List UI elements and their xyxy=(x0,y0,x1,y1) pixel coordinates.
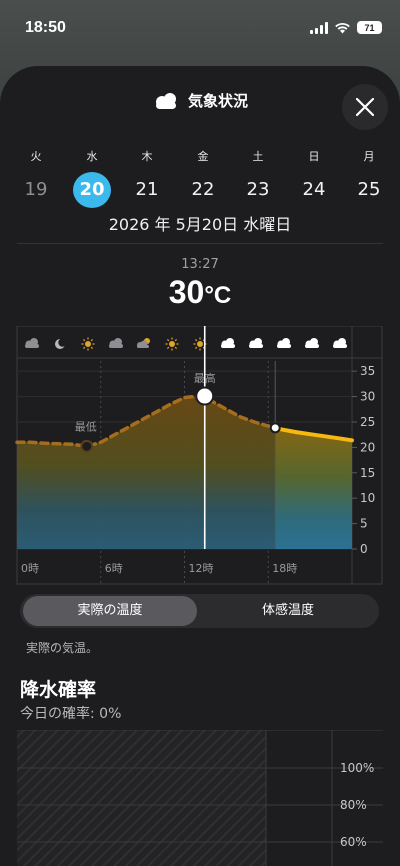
past-hours-area xyxy=(17,730,266,866)
y-tick-label: 80% xyxy=(340,798,367,812)
tab-feels-like-temperature[interactable]: 体感温度 xyxy=(200,596,376,626)
x-tick-label: 0時 xyxy=(21,562,39,575)
temperature-chart-svg: 0 5 10 15 20 25 30 35 0時 6時 12時 18時 最低 最高 xyxy=(15,325,383,585)
cloud-icon xyxy=(221,338,235,348)
day-number: 24 xyxy=(302,179,326,200)
day-number: 19 xyxy=(24,179,48,200)
battery-indicator: 71 xyxy=(357,21,382,34)
y-tick-label: 15 xyxy=(360,466,375,480)
day-weekday: 火 xyxy=(30,150,42,163)
min-temperature-label: 最低 xyxy=(75,420,97,433)
day-number: 21 xyxy=(135,179,159,200)
temperature-mode-toggle: 実際の温度 体感温度 xyxy=(20,594,379,628)
y-tick-label: 10 xyxy=(360,491,375,505)
current-temperature-point xyxy=(269,422,281,434)
day-22[interactable]: 金 22 xyxy=(183,148,223,208)
forecast-temperature-area xyxy=(275,427,352,549)
temperature-value: 30 xyxy=(168,274,205,310)
weather-sheet: 気象状況 火 19 水 20 木 21 金 22 土 23 日 24 月 25 2026 年 5月20日 … xyxy=(0,66,400,866)
y-tick-label: 30 xyxy=(360,390,375,404)
day-23[interactable]: 土 23 xyxy=(238,148,278,208)
day-number: 20 xyxy=(73,172,111,208)
temperature-unit: °C xyxy=(204,282,232,309)
day-19[interactable]: 火 19 xyxy=(16,148,56,208)
sun-cloud-icon xyxy=(137,338,150,348)
cloud-icon xyxy=(277,338,291,348)
day-21[interactable]: 木 21 xyxy=(127,148,167,208)
moon-icon xyxy=(55,338,67,349)
signal-icon xyxy=(310,21,328,34)
wifi-icon xyxy=(335,22,350,33)
sheet-title: 気象状況 xyxy=(187,92,248,110)
y-tick-label: 35 xyxy=(360,364,375,378)
y-tick-label: 5 xyxy=(360,517,368,531)
day-number: 22 xyxy=(191,179,215,200)
current-temperature: 30°C xyxy=(0,274,400,311)
chart-description: 実際の気温。 xyxy=(26,641,99,655)
day-24[interactable]: 日 24 xyxy=(294,148,334,208)
y-tick-label: 60% xyxy=(340,835,367,849)
cloud-icon xyxy=(25,338,39,348)
temperature-chart[interactable]: 0 5 10 15 20 25 30 35 0時 6時 12時 18時 最低 最高 xyxy=(0,325,400,586)
day-weekday: 金 xyxy=(197,150,209,163)
sun-icon xyxy=(165,337,179,351)
current-time: 13:27 xyxy=(181,257,219,272)
precipitation-title: 降水確率 xyxy=(20,679,97,701)
close-icon xyxy=(355,97,375,117)
day-weekday: 土 xyxy=(252,150,264,163)
status-bar: 18:50 71 xyxy=(0,0,400,58)
status-time: 18:50 xyxy=(25,19,66,36)
precipitation-chart[interactable]: 100% 80% 60% xyxy=(0,729,400,866)
max-temperature-point[interactable] xyxy=(195,386,215,406)
day-weekday: 月 xyxy=(363,150,375,163)
precipitation-chart-svg: 100% 80% 60% xyxy=(17,729,383,866)
y-tick-label: 20 xyxy=(360,440,375,454)
day-selector: 火 19 水 20 木 21 金 22 土 23 日 24 月 25 xyxy=(0,148,400,208)
cloud-icon xyxy=(249,338,263,348)
close-button[interactable] xyxy=(342,84,388,130)
day-weekday: 水 xyxy=(86,150,98,163)
day-weekday: 木 xyxy=(141,150,153,163)
tab-actual-temperature[interactable]: 実際の温度 xyxy=(23,596,197,626)
min-temperature-point xyxy=(80,439,94,453)
y-tick-label: 0 xyxy=(360,542,368,556)
max-temperature-label: 最高 xyxy=(194,371,216,385)
selected-date: 2026 年 5月20日 水曜日 xyxy=(108,215,292,234)
divider xyxy=(17,243,383,244)
cloud-icon xyxy=(333,338,347,348)
x-tick-label: 12時 xyxy=(189,562,214,575)
day-number: 23 xyxy=(246,179,270,200)
x-tick-label: 6時 xyxy=(105,562,123,575)
sun-icon xyxy=(81,337,95,351)
y-tick-label: 100% xyxy=(340,761,374,775)
y-tick-label: 25 xyxy=(360,415,375,429)
precipitation-subtitle: 今日の確率: 0% xyxy=(20,706,122,722)
day-weekday: 日 xyxy=(308,150,320,163)
day-number: 25 xyxy=(357,179,381,200)
x-tick-label: 18時 xyxy=(272,562,297,575)
day-20[interactable]: 水 20 xyxy=(72,148,112,208)
cloud-icon xyxy=(155,92,176,109)
cloud-icon xyxy=(305,338,319,348)
sheet-header: 気象状況 xyxy=(0,90,400,120)
day-25[interactable]: 月 25 xyxy=(349,148,389,208)
cloud-icon xyxy=(109,338,123,348)
status-icons: 71 xyxy=(310,21,382,34)
